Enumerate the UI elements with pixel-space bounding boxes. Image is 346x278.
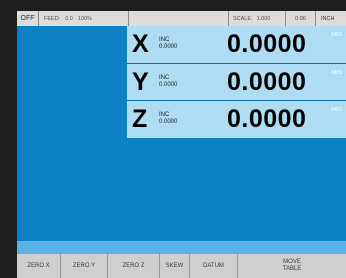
feed-percent: 100% [77,15,92,22]
main-panel: X INC 0.0000 0.0000 ABS Y INC 0.0000 0.0… [17,26,346,241]
datum-button[interactable]: DATUM [190,254,238,278]
axis-letter: Y [132,68,149,96]
unit-indicator[interactable]: INCH [316,11,346,26]
inc-value: 0.0000 [159,44,178,50]
axis-row-x[interactable]: X INC 0.0000 0.0000 ABS [127,26,346,64]
timer-readout: 0:00 [286,11,316,26]
axis-row-y[interactable]: Y INC 0.0000 0.0000 ABS [127,64,346,101]
dro-screen: OFF FEED: 0.0 100% SCALE: 1.000 0:00 INC… [0,0,346,278]
axis-letter: Z [132,105,148,133]
abs-label: ABS [331,32,343,38]
axis-letter: X [132,30,149,58]
axis-position: 0.0000 [227,30,307,58]
abs-label: ABS [331,107,343,113]
feed-label: FEED: [44,15,61,22]
message-strip [17,241,346,254]
mode-indicator[interactable]: OFF [17,11,39,26]
inc-value: 0.0000 [159,82,178,88]
axis-position: 0.0000 [227,68,307,96]
abs-label: ABS [331,70,343,76]
zero-z-button[interactable]: ZERO Z [108,254,160,278]
status-message-area [129,11,229,26]
scale-readout: SCALE: 1.000 [229,11,286,26]
axis-position: 0.0000 [227,105,307,133]
inc-label: INC [159,112,170,118]
scale-label: SCALE: [233,15,253,22]
inc-value: 0.0000 [159,119,178,125]
zero-y-button[interactable]: ZERO Y [61,254,108,278]
scale-value: 1.000 [256,15,271,22]
move-table-button[interactable]: MOVE TABLE [238,254,346,278]
softkey-bar: ZERO X ZERO Y ZERO Z SKEW DATUM MOVE TAB… [17,254,346,278]
feed-readout: FEED: 0.0 100% [39,11,129,26]
skew-button[interactable]: SKEW [160,254,190,278]
mode-label: OFF [20,15,35,22]
feed-value: 0.0 [65,15,73,22]
status-bar: OFF FEED: 0.0 100% SCALE: 1.000 0:00 INC… [17,11,346,26]
axis-readouts: X INC 0.0000 0.0000 ABS Y INC 0.0000 0.0… [127,26,346,138]
unit-label: INCH [321,15,335,22]
zero-x-button[interactable]: ZERO X [17,254,61,278]
inc-label: INC [159,37,170,43]
axis-row-z[interactable]: Z INC 0.0000 0.0000 ABS [127,101,346,138]
timer-value: 0:00 [295,15,306,22]
inc-label: INC [159,75,170,81]
